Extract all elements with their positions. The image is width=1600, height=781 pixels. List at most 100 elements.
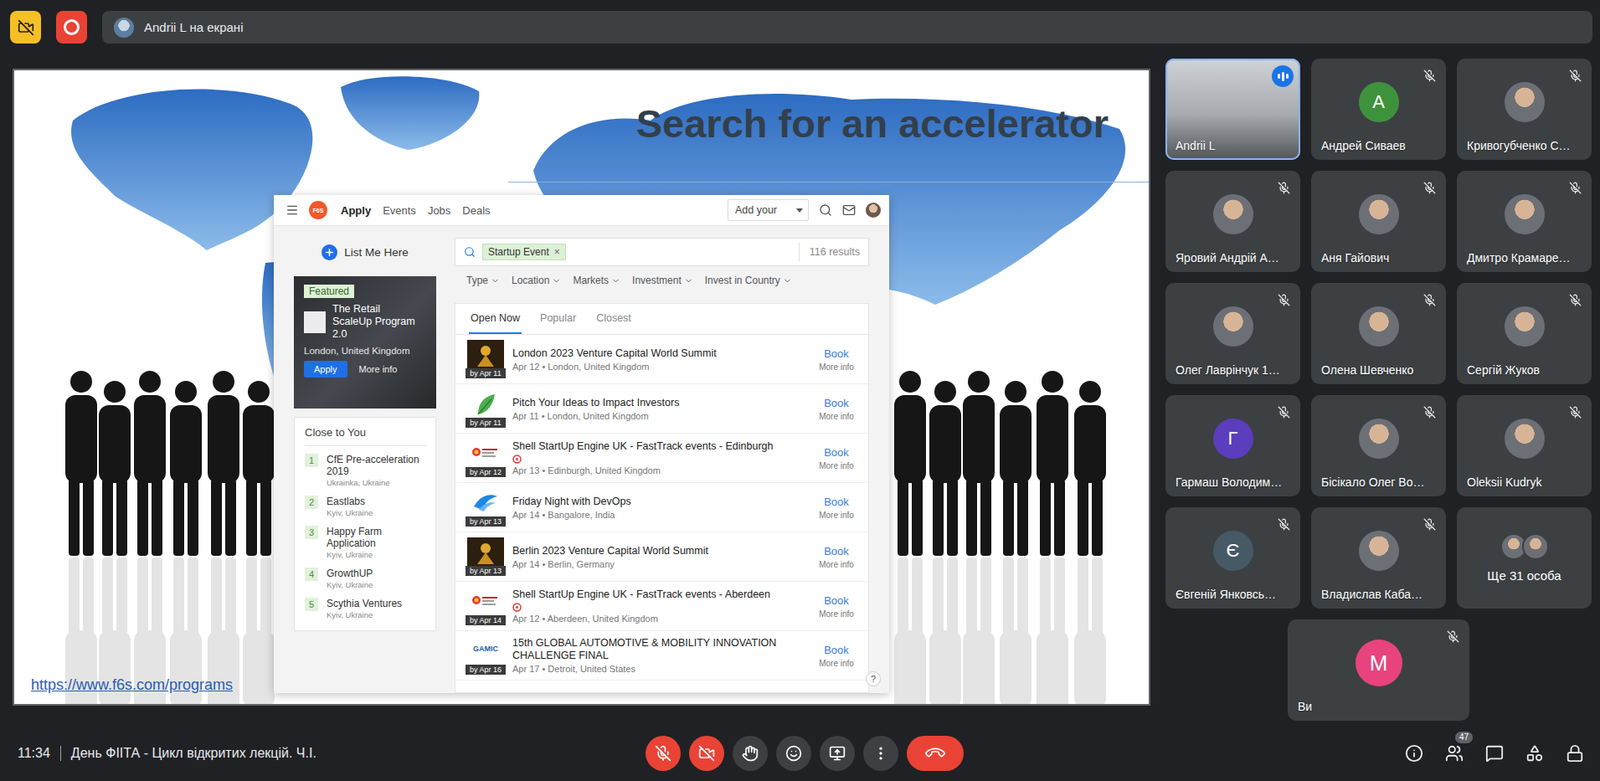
help-button[interactable]: ? bbox=[865, 671, 881, 687]
filter-dropdown[interactable]: Invest in Country bbox=[704, 274, 793, 287]
presentation-warning-icon[interactable] bbox=[10, 10, 42, 44]
filter-dropdown[interactable]: Location bbox=[511, 274, 561, 287]
participant-photo bbox=[1213, 194, 1254, 235]
event-date-location: Apr 12 • London, United Kingdom bbox=[512, 361, 808, 372]
event-row[interactable]: by Apr 12Shell StartUp Engine UK - FastT… bbox=[455, 433, 869, 484]
participant-tile[interactable]: Яровий Андрій А… bbox=[1165, 170, 1301, 273]
hand-icon bbox=[741, 745, 759, 762]
participant-tile[interactable]: Олена Шевченко bbox=[1311, 282, 1446, 385]
event-row[interactable]: GAMICby Apr 1615th GLOBAL AUTOMOTIVE & M… bbox=[455, 631, 869, 681]
participant-name: Дмитро Крамаре… bbox=[1456, 251, 1592, 273]
chip-remove[interactable]: × bbox=[554, 246, 561, 258]
chat-button[interactable] bbox=[1477, 736, 1512, 771]
f6s-logo[interactable]: F6S bbox=[308, 200, 328, 220]
tab[interactable]: Closest bbox=[594, 303, 633, 335]
participant-tile[interactable]: Кривогубченко С… bbox=[1456, 58, 1592, 160]
more-info-link[interactable]: More info bbox=[818, 658, 855, 669]
raise-hand-button[interactable] bbox=[732, 735, 768, 772]
add-your-dropdown[interactable]: Add your bbox=[727, 199, 809, 222]
participant-tile[interactable]: Дмитро Крамаре… bbox=[1456, 170, 1592, 273]
more-info-link[interactable]: More info bbox=[359, 364, 398, 375]
event-title[interactable]: London 2023 Venture Capital World Summit bbox=[512, 347, 808, 361]
event-row[interactable]: by Apr 13Berlin 2023 Venture Capital Wor… bbox=[455, 532, 869, 582]
people-button[interactable]: 47 bbox=[1437, 736, 1472, 771]
apply-button[interactable]: Apply bbox=[303, 360, 348, 378]
tab[interactable]: Open Now bbox=[468, 303, 522, 335]
event-title[interactable]: Shell StartUp Engine UK - FastTrack even… bbox=[512, 588, 808, 602]
activities-button[interactable] bbox=[1517, 736, 1552, 771]
search-bar[interactable]: Startup Event×116 results bbox=[454, 237, 870, 267]
event-title[interactable]: Shell StartUp Engine UK - FastTrack even… bbox=[512, 440, 808, 453]
more-info-link[interactable]: More info bbox=[818, 609, 855, 619]
book-link[interactable]: Book bbox=[823, 643, 849, 657]
event-row[interactable]: by Apr 13Friday Night with DevOpsApr 14 … bbox=[455, 483, 869, 533]
mail-icon[interactable] bbox=[842, 203, 856, 217]
nav-link[interactable]: Jobs bbox=[427, 204, 451, 217]
book-link[interactable]: Book bbox=[823, 495, 849, 509]
nav-link[interactable]: Apply bbox=[340, 204, 371, 217]
participant-photo bbox=[1522, 533, 1549, 561]
book-link[interactable]: Book bbox=[823, 446, 849, 459]
list-me-button[interactable]: List Me Here bbox=[293, 242, 437, 262]
slide-link[interactable]: https://www.f6s.com/programs bbox=[30, 676, 233, 695]
book-link[interactable]: Book bbox=[823, 347, 849, 361]
nav-link[interactable]: Deals bbox=[462, 204, 490, 217]
book-link[interactable]: Book bbox=[823, 545, 849, 558]
event-row[interactable]: by Apr 11Pitch Your Ideas to Impact Inve… bbox=[455, 384, 869, 434]
filter-dropdown[interactable]: Investment bbox=[632, 274, 694, 287]
more-info-link[interactable]: More info bbox=[818, 560, 855, 570]
participant-tile[interactable]: Аня Гайович bbox=[1311, 170, 1446, 273]
present-button[interactable] bbox=[819, 735, 855, 772]
hamburger-menu-icon[interactable] bbox=[285, 203, 299, 217]
summit-logo-icon bbox=[473, 343, 499, 367]
activities-icon bbox=[1525, 744, 1544, 763]
event-title[interactable]: Friday Night with DevOps bbox=[512, 495, 808, 509]
more-participants-tile[interactable]: Ще 31 особа bbox=[1456, 507, 1592, 609]
participant-tile[interactable]: Бісікало Олег Во… bbox=[1311, 395, 1446, 497]
participant-tile[interactable]: Oleksii Kudryk bbox=[1456, 395, 1592, 497]
participant-tile[interactable]: AАндрей Сиваев bbox=[1311, 58, 1446, 160]
nav-link[interactable]: Events bbox=[382, 204, 417, 217]
event-title[interactable]: 15th GLOBAL AUTOMOTIVE & MOBILITY INNOVA… bbox=[512, 637, 808, 663]
event-row[interactable]: by Apr 14Shell StartUp Engine UK - FastT… bbox=[455, 581, 869, 632]
microphone-button[interactable] bbox=[645, 735, 681, 772]
book-link[interactable]: Book bbox=[823, 396, 849, 410]
reactions-button[interactable] bbox=[776, 735, 812, 772]
meeting-details-button[interactable] bbox=[1397, 736, 1431, 771]
participant-tile[interactable]: ЄЄвгеній Янковсь… bbox=[1165, 507, 1301, 609]
self-tile[interactable]: MВи bbox=[1287, 619, 1470, 721]
participant-tile[interactable]: Andrii L bbox=[1165, 58, 1301, 160]
event-title[interactable]: Berlin 2023 Venture Capital World Summit bbox=[512, 545, 808, 558]
user-avatar[interactable] bbox=[865, 202, 881, 218]
more-info-link[interactable]: More info bbox=[818, 362, 855, 372]
participant-tile[interactable]: Владислав Каба… bbox=[1311, 507, 1446, 609]
leave-call-button[interactable] bbox=[906, 735, 964, 772]
recording-icon[interactable] bbox=[56, 10, 88, 44]
more-info-link[interactable]: More info bbox=[818, 411, 855, 422]
host-controls-button[interactable] bbox=[1558, 736, 1592, 771]
more-options-button[interactable] bbox=[863, 735, 899, 772]
filter-dropdown[interactable]: Type bbox=[466, 274, 500, 287]
tab[interactable]: Popular bbox=[538, 303, 578, 335]
close-to-you-item[interactable]: 2EastlabsKyiv, Ukraine bbox=[304, 491, 428, 522]
filter-chip[interactable]: Startup Event× bbox=[482, 243, 566, 261]
participant-tile[interactable]: ГГармаш Володим… bbox=[1165, 395, 1301, 497]
event-title[interactable]: Pitch Your Ideas to Impact Investors bbox=[512, 396, 808, 410]
close-to-you-item[interactable]: 5Scythia VenturesKyiv, Ukraine bbox=[304, 593, 428, 624]
more-info-link[interactable]: More info bbox=[818, 510, 855, 520]
featured-card[interactable]: FeaturedThe Retail ScaleUp Program 2.0Lo… bbox=[293, 276, 437, 409]
presenter-banner[interactable]: Andrii L на екрані bbox=[102, 10, 1593, 44]
event-row[interactable]: by Apr 11London 2023 Venture Capital Wor… bbox=[455, 334, 869, 385]
book-link[interactable]: Book bbox=[823, 594, 849, 608]
camera-off-icon bbox=[698, 745, 716, 762]
participant-name: Аня Гайович bbox=[1311, 251, 1446, 273]
participant-tile[interactable]: Сергій Жуков bbox=[1456, 282, 1592, 385]
close-to-you-item[interactable]: 1CfE Pre-acceleration 2019Ukrainka, Ukra… bbox=[304, 449, 428, 492]
close-to-you-item[interactable]: 3Happy Farm ApplicationKyiv, Ukraine bbox=[304, 521, 428, 564]
search-icon[interactable] bbox=[818, 203, 833, 217]
participant-tile[interactable]: Олег Лаврінчук 1… bbox=[1165, 282, 1301, 385]
filter-dropdown[interactable]: Markets bbox=[572, 274, 621, 287]
camera-button[interactable] bbox=[689, 735, 725, 772]
more-info-link[interactable]: More info bbox=[818, 461, 855, 471]
close-to-you-item[interactable]: 4GrowthUPKyiv, Ukraine bbox=[304, 563, 428, 594]
